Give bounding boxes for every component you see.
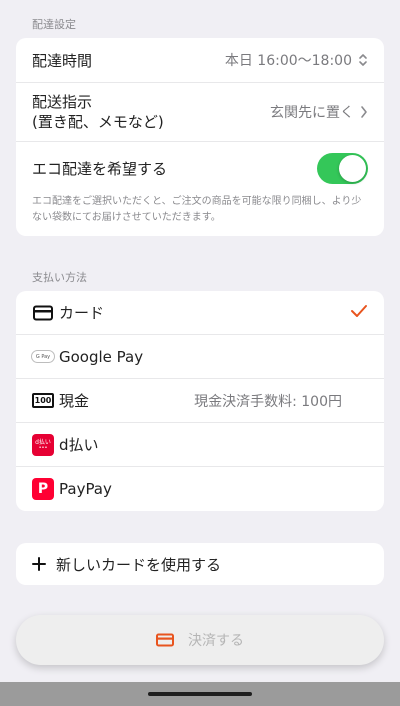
credit-card-icon bbox=[31, 301, 55, 325]
payment-method-paypay-label: PayPay bbox=[59, 480, 112, 498]
delivery-instruction-label-line2: (置き配、メモなど) bbox=[32, 113, 164, 131]
chevron-right-icon bbox=[361, 106, 367, 118]
eco-delivery-toggle[interactable] bbox=[317, 152, 368, 184]
delivery-instruction-label: 配送指示 (置き配、メモなど) bbox=[32, 92, 164, 132]
new-card-inner: 新しいカードを使用する bbox=[16, 543, 384, 585]
payment-method-google-pay-label: Google Pay bbox=[59, 347, 144, 366]
eco-delivery-block: エコ配達を希望する エコ配達をご選択いただくと、ご注文の商品を可能な限り同梱し、… bbox=[16, 142, 384, 236]
eco-delivery-note: エコ配達をご選択いただくと、ご注文の商品を可能な限り同梱し、より少ない袋数にてお… bbox=[32, 196, 362, 223]
paypay-icon: P bbox=[31, 477, 55, 501]
delivery-section-title: 配達設定 bbox=[32, 18, 76, 31]
payment-method-card-label: カード bbox=[59, 304, 105, 322]
cash-badge: 100 bbox=[32, 393, 54, 408]
d-barai-icon: d払い ••• bbox=[31, 433, 55, 457]
plus-icon bbox=[32, 557, 56, 571]
delivery-instruction-value: 玄関先に置く bbox=[270, 105, 354, 121]
d-barai-badge: d払い ••• bbox=[32, 433, 54, 456]
delivery-time-value: 本日 16:00〜18:00 bbox=[224, 53, 352, 69]
payment-method-google-pay[interactable]: G Pay Google Pay bbox=[16, 335, 384, 379]
payment-method-cash-label: 現金 bbox=[59, 392, 90, 410]
paypay-badge: P bbox=[32, 478, 54, 500]
delivery-instruction-label-line1: 配送指示 bbox=[32, 93, 93, 111]
d-barai-badge-dots: ••• bbox=[38, 444, 48, 451]
payment-method-cash[interactable]: 100 現金 現金決済手数料: 100円 bbox=[16, 379, 384, 423]
new-card-row[interactable]: 新しいカードを使用する bbox=[16, 543, 384, 585]
eco-delivery-row: エコ配達を希望する bbox=[16, 142, 384, 194]
payment-section-title: 支払い方法 bbox=[32, 271, 87, 284]
cash-icon: 100 bbox=[31, 389, 55, 413]
chevron-up-down-icon bbox=[359, 54, 367, 66]
delivery-time-label: 配達時間 bbox=[32, 51, 93, 70]
toggle-knob bbox=[339, 154, 366, 182]
payment-method-paypay[interactable]: P PayPay bbox=[16, 467, 384, 511]
home-indicator[interactable] bbox=[148, 692, 252, 696]
google-pay-badge: G Pay bbox=[31, 350, 55, 363]
delivery-instruction-row[interactable]: 配送指示 (置き配、メモなど) 玄関先に置く bbox=[16, 83, 384, 142]
delivery-time-row[interactable]: 配達時間 本日 16:00〜18:00 bbox=[16, 38, 384, 83]
payment-methods-card: カード G Pay Google Pay 100 現金 現金決済手数料: 100… bbox=[16, 291, 384, 511]
payment-method-d-barai-label: d払い bbox=[59, 436, 99, 454]
delivery-settings-card: 配達時間 本日 16:00〜18:00 配送指示 (置き配、メモなど) 玄関先に… bbox=[16, 38, 384, 236]
cash-fee-note: 現金決済手数料: 100円 bbox=[194, 393, 342, 410]
delivery-time-value-wrap: 本日 16:00〜18:00 bbox=[225, 50, 368, 70]
google-pay-icon: G Pay bbox=[31, 345, 55, 369]
checkout-button-label: 決済する bbox=[188, 633, 244, 649]
checkout-button[interactable]: 決済する bbox=[16, 615, 384, 665]
payment-method-card[interactable]: カード bbox=[16, 291, 384, 335]
eco-delivery-label: エコ配達を希望する bbox=[32, 159, 168, 178]
system-navigation-bar bbox=[0, 682, 400, 706]
credit-card-icon bbox=[156, 633, 174, 647]
new-card-label: 新しいカードを使用する bbox=[56, 555, 222, 574]
delivery-instruction-value-wrap: 玄関先に置く bbox=[270, 102, 368, 122]
checkmark-icon bbox=[350, 303, 368, 322]
payment-method-d-barai[interactable]: d払い ••• d払い bbox=[16, 423, 384, 467]
